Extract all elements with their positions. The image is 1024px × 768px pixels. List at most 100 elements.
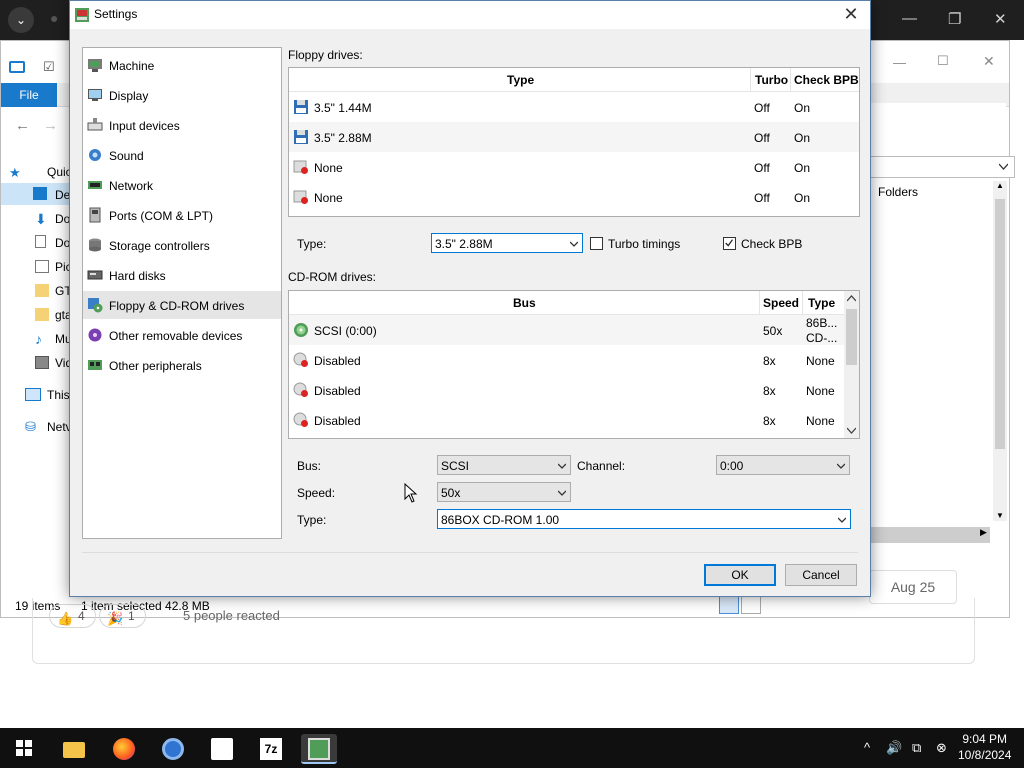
col-turbo[interactable]: Turbo [755, 73, 788, 87]
scroll-up-icon[interactable]: ▲ [996, 181, 1004, 190]
scroll-thumb[interactable] [846, 309, 857, 365]
category-hard-disks[interactable]: Hard disks [83, 261, 281, 289]
category-input-devices[interactable]: Input devices [83, 111, 281, 139]
taskbar-chrome[interactable] [155, 734, 191, 764]
like-reaction[interactable]: 👍 4 [49, 604, 96, 628]
taskbar-86box[interactable] [301, 734, 337, 764]
col-speed[interactable]: Speed [763, 296, 799, 310]
maximize-icon[interactable]: ☐ [937, 53, 949, 69]
maximize-icon[interactable]: ❐ [948, 10, 961, 28]
scroll-down-icon[interactable]: ▼ [996, 511, 1004, 520]
sidebar-item[interactable]: Netv [47, 420, 72, 434]
category-label: Other removable devices [109, 329, 243, 343]
category-storage-controllers[interactable]: Storage controllers [83, 231, 281, 259]
scroll-down-icon[interactable] [847, 427, 856, 434]
minimize-icon[interactable]: — [902, 10, 917, 27]
back-arrow-icon[interactable]: ← [15, 117, 30, 134]
sidebar-item[interactable]: This [47, 388, 70, 402]
table-row[interactable]: Disabled 8x None [289, 345, 859, 375]
table-row[interactable]: Disabled 8x None [289, 375, 859, 405]
vertical-scrollbar[interactable]: ▲ ▼ [993, 181, 1007, 521]
7zip-icon: 7z [260, 738, 282, 760]
col-check-bpb[interactable]: Check BPB [794, 73, 859, 87]
horizontal-scrollbar[interactable] [870, 527, 990, 543]
dialog-titlebar: Settings ✕ [70, 1, 870, 29]
reacted-text: 5 people reacted [183, 608, 280, 623]
checkbox-box [590, 237, 603, 250]
category-other-peripherals[interactable]: Other peripherals [83, 351, 281, 379]
cdrom-scrollbar[interactable] [844, 291, 859, 438]
close-icon[interactable]: ✕ [840, 3, 862, 25]
address-combo[interactable] [870, 156, 1015, 178]
disabled-drive-icon [293, 352, 308, 367]
settings-dialog: Settings ✕ Machine Display Input devices… [69, 0, 871, 597]
taskbar-7zip[interactable]: 7z [253, 734, 289, 764]
cdrom-table[interactable]: Bus Speed Type SCSI (0:00) 50x 86B... CD… [288, 290, 860, 439]
scroll-thumb[interactable] [995, 199, 1005, 449]
floppy-check-bpb: On [794, 191, 811, 205]
scroll-right-icon[interactable]: ▶ [980, 527, 987, 538]
category-ports[interactable]: Ports (COM & LPT) [83, 201, 281, 229]
ok-button[interactable]: OK [704, 564, 776, 586]
cd-disc-icon [294, 323, 308, 337]
file-tab[interactable]: File [1, 83, 57, 107]
category-label: Network [109, 179, 154, 193]
taskbar-clock[interactable]: 9:04 PM 10/8/2024 [958, 731, 1011, 763]
tray-chevron-up-icon[interactable]: ^ [864, 740, 870, 755]
category-network[interactable]: Network [83, 171, 281, 199]
cdrom-type-select[interactable]: 86BOX CD-ROM 1.00 [437, 509, 851, 529]
date-button[interactable]: Aug 25 [869, 570, 957, 604]
floppy-type: None [314, 161, 343, 175]
floppy-disk-icon [294, 130, 308, 144]
forward-arrow-icon[interactable]: → [43, 117, 58, 134]
scroll-up-icon[interactable] [847, 295, 856, 302]
category-machine[interactable]: Machine [83, 51, 281, 79]
empty-drive-icon [293, 190, 308, 204]
speed-select[interactable]: 50x [437, 482, 571, 502]
category-sound[interactable]: Sound [83, 141, 281, 169]
volume-icon[interactable]: 🔊 [886, 740, 902, 756]
minimize-icon[interactable]: — [893, 55, 906, 70]
table-row[interactable]: 3.5" 2.88M Off On [289, 122, 859, 152]
floppy-check-bpb: On [794, 131, 811, 145]
col-type[interactable]: Type [507, 73, 534, 87]
cdrom-section-label: CD-ROM drives: [288, 270, 377, 284]
music-icon: ♪ [35, 331, 42, 347]
cancel-button[interactable]: Cancel [785, 564, 857, 586]
channel-select[interactable]: 0:00 [716, 455, 850, 475]
folder-icon [35, 284, 49, 297]
table-row[interactable]: 3.5" 1.44M Off On [289, 92, 859, 122]
floppy-type-select[interactable]: 3.5" 2.88M [431, 233, 583, 253]
machine-icon [88, 59, 102, 72]
notification-icon[interactable]: ⊗ [936, 740, 947, 756]
firefox-icon [113, 738, 135, 760]
cdrom-type: None [806, 414, 835, 428]
taskbar-itch[interactable] [204, 734, 240, 764]
table-row[interactable]: None Off On [289, 152, 859, 182]
col-bus[interactable]: Bus [513, 296, 536, 310]
taskbar-file-explorer[interactable] [56, 734, 92, 764]
close-icon[interactable]: ✕ [983, 53, 995, 70]
table-row[interactable]: Disabled 8x None [289, 405, 859, 435]
sound-icon [89, 149, 101, 161]
floppy-cdrom-icon [88, 298, 103, 313]
empty-drive-icon [293, 160, 308, 174]
category-other-removable[interactable]: Other removable devices [83, 321, 281, 349]
itch-icon [211, 738, 233, 760]
chevron-down-icon[interactable]: ⌄ [8, 7, 34, 33]
col-type[interactable]: Type [808, 296, 835, 310]
category-floppy-cdrom[interactable]: Floppy & CD-ROM drives [83, 291, 281, 319]
second-reaction[interactable]: 🎉 1 [99, 604, 146, 628]
category-label: Storage controllers [109, 239, 210, 253]
table-row[interactable]: SCSI (0:00) 50x 86B... CD-... [289, 315, 859, 345]
sidebar-item[interactable]: Quic [47, 165, 72, 179]
windows-start-icon[interactable] [16, 740, 32, 756]
taskbar-firefox[interactable] [106, 734, 142, 764]
network-tray-icon[interactable]: ⧉ [912, 740, 921, 756]
close-icon[interactable]: ✕ [994, 10, 1007, 28]
floppy-table[interactable]: Type Turbo Check BPB 3.5" 1.44M Off On 3… [288, 67, 860, 217]
cdrom-table-header: Bus Speed Type [289, 291, 859, 315]
table-row[interactable]: None Off On [289, 182, 859, 212]
category-display[interactable]: Display [83, 81, 281, 109]
bus-select[interactable]: SCSI [437, 455, 571, 475]
